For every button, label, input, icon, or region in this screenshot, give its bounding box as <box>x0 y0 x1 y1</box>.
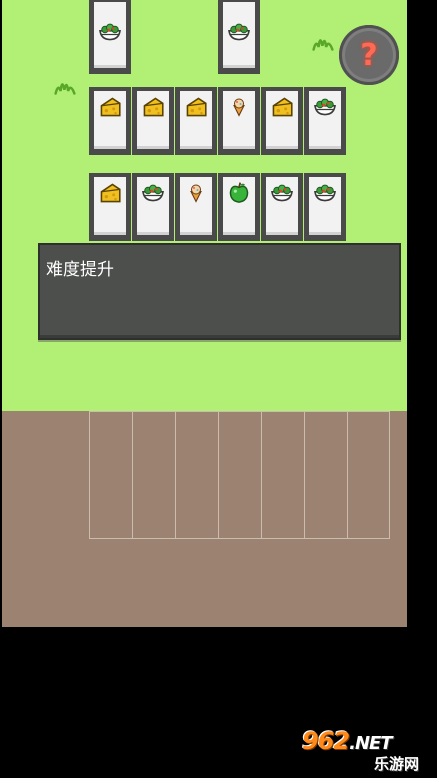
grass-tuft-icon <box>312 39 334 51</box>
tray-slot <box>132 411 175 539</box>
salad-bowl-icon <box>99 23 121 41</box>
ice-cream-icon <box>190 184 202 203</box>
watermark-logo: 962.NET <box>302 727 393 755</box>
cheese-icon <box>143 98 164 117</box>
tray-slot <box>347 411 390 539</box>
salad-bowl-icon <box>228 23 250 41</box>
tray-slot <box>218 411 261 539</box>
ice-cream-icon <box>233 98 245 117</box>
tile-row1-3[interactable] <box>175 87 217 155</box>
cheese-icon <box>100 184 121 203</box>
site-watermark: 962.NET 乐游网 <box>302 727 432 773</box>
tile-row1-2[interactable] <box>132 87 174 155</box>
salad-bowl-icon <box>314 184 336 202</box>
apple-icon <box>229 182 249 204</box>
tile-top-1[interactable] <box>89 0 131 74</box>
tray-slot <box>89 411 132 539</box>
salad-bowl-icon <box>314 98 336 116</box>
tile-row1-1[interactable] <box>89 87 131 155</box>
tray-slot <box>304 411 347 539</box>
tile-row2-4[interactable] <box>218 173 260 241</box>
grass-tuft-icon <box>54 83 76 95</box>
tile-row2-6[interactable] <box>304 173 346 241</box>
tray-slot <box>261 411 304 539</box>
cheese-icon <box>100 98 121 117</box>
tile-row1-4[interactable] <box>218 87 260 155</box>
tile-row1-5[interactable] <box>261 87 303 155</box>
tile-row2-5[interactable] <box>261 173 303 241</box>
tile-row2-3[interactable] <box>175 173 217 241</box>
tray-slot <box>175 411 218 539</box>
tile-row2-2[interactable] <box>132 173 174 241</box>
cheese-icon <box>186 98 207 117</box>
salad-bowl-icon <box>142 184 164 202</box>
salad-bowl-icon <box>271 184 293 202</box>
tile-row1-6[interactable] <box>304 87 346 155</box>
watermark-subtitle: 乐游网 <box>374 755 420 773</box>
tile-row2-1[interactable] <box>89 173 131 241</box>
tile-top-2[interactable] <box>218 0 260 74</box>
message-box: 难度提升 <box>38 243 401 340</box>
cheese-icon <box>272 98 293 117</box>
message-text: 难度提升 <box>46 260 114 280</box>
question-mark-icon: ? <box>360 37 378 73</box>
help-button[interactable]: ? <box>339 25 399 85</box>
